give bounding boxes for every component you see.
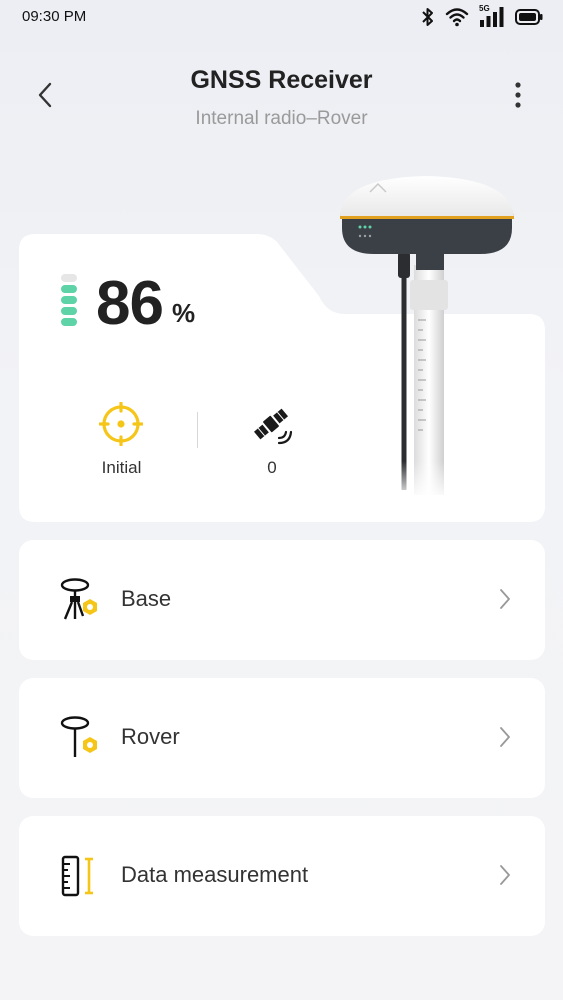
fix-status-label: Initial <box>101 458 142 477</box>
menu-item-data-measurement[interactable]: Data measurement <box>19 816 545 936</box>
satellite-icon <box>249 402 295 453</box>
menu-item-base[interactable]: Base <box>19 540 545 660</box>
battery-level-icon <box>61 274 77 333</box>
chevron-right-icon <box>499 726 511 753</box>
status-divider <box>197 412 198 448</box>
signal-5g-icon: 5G <box>479 4 505 28</box>
chevron-right-icon <box>499 588 511 615</box>
rover-icon <box>59 716 103 760</box>
network-label: 5G <box>479 4 490 13</box>
status-time: 09:30 PM <box>22 8 87 25</box>
crosshair-icon <box>98 401 144 451</box>
more-button[interactable] <box>503 81 533 114</box>
page-title: GNSS Receiver <box>190 66 373 94</box>
battery-percentage: 86 <box>96 269 164 338</box>
page-subtitle: Internal radio–Rover <box>195 108 368 129</box>
more-vertical-icon <box>514 81 522 114</box>
menu-item-label: Base <box>121 586 172 611</box>
battery-unit: % <box>172 298 196 328</box>
data-measurement-icon <box>59 854 103 898</box>
status-icons: 5G <box>421 4 543 28</box>
satellite-count: 0 <box>267 458 277 477</box>
status-bar: 09:30 PM 5G <box>0 0 563 34</box>
base-station-icon <box>59 578 103 622</box>
menu-item-rover[interactable]: Rover <box>19 678 545 798</box>
battery-icon <box>515 8 543 26</box>
gnss-receiver-illustration <box>330 170 540 500</box>
chevron-right-icon <box>499 864 511 891</box>
menu-item-label: Rover <box>121 724 180 749</box>
bluetooth-icon <box>421 7 435 27</box>
wifi-icon <box>445 7 469 27</box>
menu-item-label: Data measurement <box>121 862 309 887</box>
